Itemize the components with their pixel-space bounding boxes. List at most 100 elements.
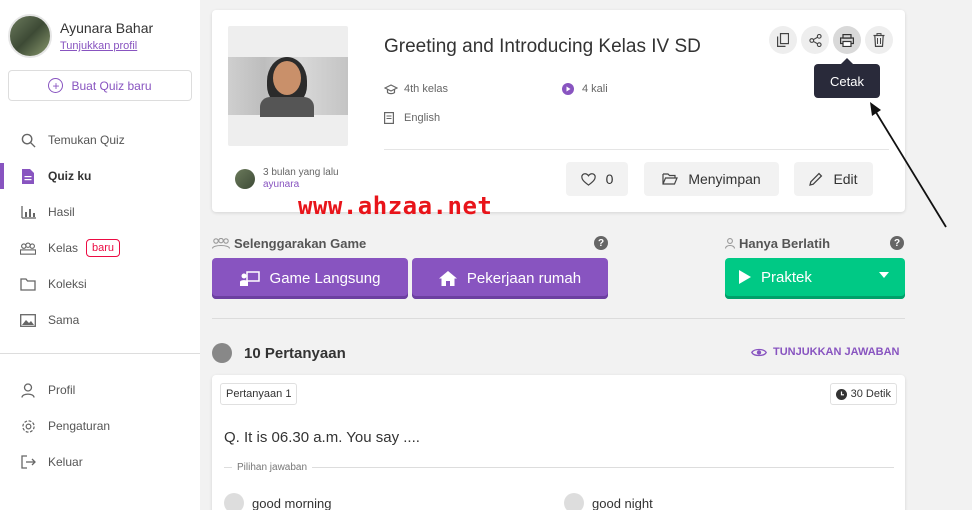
answer-choice-text: good night: [592, 495, 653, 510]
save-label: Menyimpan: [688, 171, 761, 187]
sidebar: Ayunara Bahar Tunjukkan profil + Buat Qu…: [0, 0, 200, 510]
bar-chart-icon: [20, 204, 36, 220]
plays-meta: 4 kali: [562, 83, 608, 95]
gear-icon: [20, 418, 36, 434]
answer-choices-label: Pilihan jawaban: [237, 461, 308, 473]
graduation-cap-icon: [384, 83, 398, 95]
pencil-icon: [809, 172, 823, 186]
live-game-label: Game Langsung: [269, 270, 381, 287]
create-quiz-label: Buat Quiz baru: [71, 78, 152, 93]
user-profile[interactable]: Ayunara Bahar Tunjukkan profil: [8, 14, 153, 58]
show-answers-label: TUNJUKKAN JAWABAN: [773, 346, 900, 358]
clock-icon: [835, 388, 847, 400]
help-icon[interactable]: ?: [594, 236, 608, 250]
share-icon: [808, 33, 822, 47]
presentation-icon: [239, 271, 260, 286]
host-game-heading: Selenggarakan Game: [212, 236, 366, 251]
choice-indicator: [564, 493, 584, 510]
question-number-tag: Pertanyaan 1: [220, 383, 298, 405]
sidebar-item-label: Keluar: [48, 455, 83, 469]
home-icon: [438, 271, 457, 286]
sidebar-item-label: Sama: [48, 313, 80, 327]
choice-indicator: [224, 493, 244, 510]
grade-label: 4th kelas: [404, 83, 449, 95]
class-group-icon: [20, 240, 36, 256]
sidebar-item-profile[interactable]: Profil: [0, 373, 200, 407]
question-bubble-icon: [212, 343, 232, 363]
user-icon: [725, 238, 735, 249]
printer-icon: [840, 33, 854, 47]
print-tooltip: Cetak: [814, 58, 880, 98]
answer-choice: good morning: [224, 493, 332, 510]
sidebar-item-settings[interactable]: Pengaturan: [0, 409, 200, 443]
card-divider: [384, 149, 889, 150]
homework-label: Pekerjaan rumah: [466, 270, 582, 287]
live-game-button[interactable]: Game Langsung: [212, 258, 408, 299]
folder-open-icon: [662, 173, 679, 185]
play-circle-icon: [562, 83, 576, 95]
edit-label: Edit: [833, 171, 858, 187]
like-count: 0: [605, 171, 614, 187]
question-count-heading: 10 Pertanyaan: [212, 343, 346, 363]
homework-button[interactable]: Pekerjaan rumah: [412, 258, 608, 299]
user-icon: [20, 382, 36, 398]
sidebar-item-logout[interactable]: Keluar: [0, 445, 200, 479]
quiz-cover-image: [228, 57, 348, 117]
play-icon: [739, 270, 751, 284]
print-button[interactable]: [833, 26, 861, 54]
quiz-author[interactable]: 3 bulan yang lalu ayunara: [235, 167, 339, 191]
like-button[interactable]: 0: [566, 162, 628, 196]
caret-down-icon[interactable]: [879, 272, 889, 278]
quiz-title: Greeting and Introducing Kelas IV SD: [384, 36, 701, 57]
sidebar-item-find-quiz[interactable]: Temukan Quiz: [0, 123, 200, 157]
subject-meta: English: [384, 112, 440, 124]
share-button[interactable]: [801, 26, 829, 54]
new-badge: baru: [86, 239, 121, 257]
sidebar-item-classes[interactable]: Kelas baru: [0, 231, 200, 265]
annotation-arrow: [870, 102, 947, 228]
practice-heading: Hanya Berlatih: [725, 236, 830, 251]
sidebar-item-shared[interactable]: Sama: [0, 303, 200, 337]
copy-icon: [777, 33, 789, 47]
answer-choices-divider: Pilihan jawaban: [224, 461, 894, 473]
question-count: 10 Pertanyaan: [244, 344, 346, 362]
author-name-link[interactable]: ayunara: [263, 179, 339, 191]
heart-icon: [580, 172, 596, 186]
sidebar-item-label: Hasil: [48, 205, 75, 219]
avatar[interactable]: [8, 14, 52, 58]
watermark-text: www.ahzaa.net: [298, 192, 493, 220]
eye-icon: [751, 347, 767, 358]
sidebar-item-label: Kelas: [48, 241, 79, 255]
quiz-details-card: 3 bulan yang lalu ayunara Greeting and I…: [212, 10, 905, 212]
logout-icon: [20, 454, 36, 470]
user-name: Ayunara Bahar: [60, 20, 154, 36]
practice-button[interactable]: Praktek: [725, 258, 905, 299]
grade-meta: 4th kelas: [384, 83, 448, 95]
show-answers-toggle[interactable]: TUNJUKKAN JAWABAN: [751, 346, 900, 358]
sidebar-item-my-quiz[interactable]: Quiz ku: [0, 159, 200, 193]
subject-label: English: [404, 112, 441, 124]
show-profile-link[interactable]: Tunjukkan profil: [60, 40, 153, 52]
created-time: 3 bulan yang lalu: [263, 167, 339, 178]
answer-choice-text: good morning: [252, 495, 332, 510]
save-button[interactable]: Menyimpan: [644, 162, 779, 196]
plays-label: 4 kali: [582, 83, 608, 95]
sidebar-item-label: Profil: [48, 383, 76, 397]
section-divider: [212, 318, 905, 319]
question-text: Q. It is 06.30 a.m. You say ....: [224, 429, 420, 446]
trash-icon: [873, 33, 885, 47]
author-avatar: [235, 169, 255, 189]
sidebar-item-label: Pengaturan: [48, 419, 111, 433]
sidebar-item-results[interactable]: Hasil: [0, 195, 200, 229]
create-quiz-button[interactable]: + Buat Quiz baru: [8, 70, 192, 101]
sidebar-item-collections[interactable]: Koleksi: [0, 267, 200, 301]
search-icon: [20, 132, 36, 148]
practice-section-label: Hanya Berlatih: [739, 236, 831, 251]
delete-button[interactable]: [865, 26, 893, 54]
practice-label: Praktek: [761, 268, 812, 286]
duplicate-button[interactable]: [769, 26, 797, 54]
help-icon[interactable]: ?: [890, 236, 904, 250]
question-time-badge: 30 Detik: [829, 383, 897, 405]
quiz-thumbnail[interactable]: [228, 26, 348, 146]
sidebar-item-label: Temukan Quiz: [48, 133, 125, 147]
